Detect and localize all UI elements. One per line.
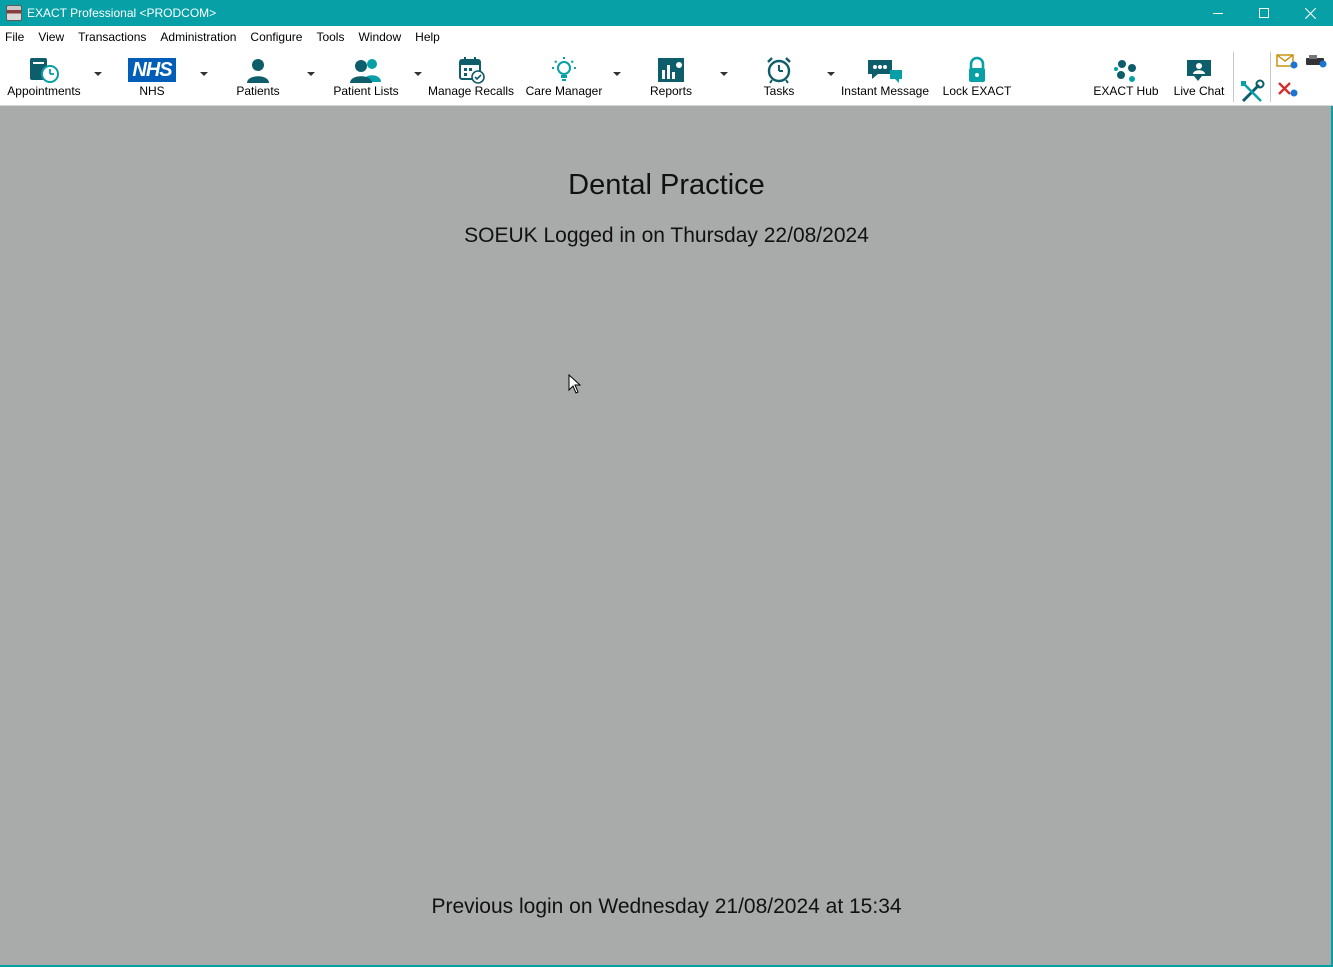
lock-exact-button[interactable]: Lock EXACT: [942, 48, 1012, 104]
close-exact-button[interactable]: [1274, 78, 1300, 100]
window-title: EXACT Professional <PRODCOM>: [27, 6, 217, 20]
hub-network-icon: [1114, 60, 1136, 82]
reports-button[interactable]: Reports: [644, 48, 698, 104]
patients-label: Patients: [236, 84, 280, 98]
reports-label: Reports: [649, 84, 693, 98]
window-controls: [1195, 0, 1333, 26]
menu-help[interactable]: Help: [408, 26, 447, 48]
reports-chart-icon: [658, 58, 684, 82]
menu-bar: File View Transactions Administration Co…: [0, 26, 1333, 48]
menu-administration[interactable]: Administration: [153, 26, 243, 48]
email-button[interactable]: [1274, 50, 1300, 72]
maximize-icon: [1259, 8, 1269, 18]
tasks-label: Tasks: [763, 84, 795, 98]
nhs-dropdown-icon[interactable]: [200, 72, 208, 76]
live-chat-button[interactable]: Live Chat: [1170, 48, 1228, 104]
envelope-icon: [1276, 54, 1298, 69]
practice-name: Dental Practice: [568, 169, 765, 201]
menu-window[interactable]: Window: [351, 26, 408, 48]
appointments-button[interactable]: Appointments: [4, 48, 84, 104]
menu-file[interactable]: File: [0, 26, 31, 48]
close-icon: [1304, 7, 1316, 19]
app-icon[interactable]: [6, 5, 22, 21]
exact-hub-label: EXACT Hub: [1093, 84, 1159, 98]
title-bar[interactable]: EXACT Professional <PRODCOM>: [0, 0, 1333, 26]
lock-icon: [969, 56, 985, 82]
patient-lists-dropdown-icon[interactable]: [414, 72, 422, 76]
lightbulb-icon: [552, 57, 576, 81]
settings-tools-button[interactable]: [1237, 78, 1267, 106]
mouse-cursor-icon: [568, 374, 582, 394]
instant-message-button[interactable]: Instant Message: [840, 48, 930, 104]
calendar-recall-icon: [459, 57, 485, 84]
tasks-button[interactable]: Tasks: [756, 48, 802, 104]
care-manager-button[interactable]: Care Manager: [524, 48, 604, 104]
exact-hub-button[interactable]: EXACT Hub: [1092, 48, 1160, 104]
patient-lists-button[interactable]: Patient Lists: [330, 48, 402, 104]
patients-dropdown-icon[interactable]: [307, 72, 315, 76]
nhs-logo-icon: NHS: [128, 58, 176, 82]
nhs-button[interactable]: NHS NHS: [124, 48, 180, 104]
toolbar-separator: [1233, 52, 1234, 102]
instant-message-label: Instant Message: [840, 84, 930, 98]
lock-exact-label: Lock EXACT: [942, 84, 1012, 98]
tasks-dropdown-icon[interactable]: [827, 72, 835, 76]
manage-recalls-button[interactable]: Manage Recalls: [428, 48, 514, 104]
appointments-label: Appointments: [7, 84, 81, 98]
nhs-label: NHS: [139, 84, 165, 98]
sms-button[interactable]: [1303, 50, 1329, 72]
manage-recalls-label: Manage Recalls: [427, 84, 515, 98]
previous-login: Previous login on Wednesday 21/08/2024 a…: [431, 895, 902, 918]
reports-dropdown-icon[interactable]: [720, 72, 728, 76]
care-manager-dropdown-icon[interactable]: [613, 72, 621, 76]
menu-tools[interactable]: Tools: [309, 26, 351, 48]
appointments-icon: [30, 58, 59, 83]
live-chat-label: Live Chat: [1173, 84, 1225, 98]
patient-lists-icon: [350, 59, 381, 83]
close-x-icon: [1278, 82, 1298, 97]
alarm-clock-icon: [767, 57, 791, 84]
login-status: SOEUK Logged in on Thursday 22/08/2024: [464, 224, 869, 247]
menu-view[interactable]: View: [31, 26, 71, 48]
minimize-icon: [1213, 13, 1223, 14]
maximize-button[interactable]: [1241, 0, 1287, 26]
menu-configure[interactable]: Configure: [243, 26, 309, 48]
close-button[interactable]: [1287, 0, 1333, 26]
patient-icon: [247, 59, 269, 83]
wrench-screwdriver-icon: [1241, 79, 1265, 103]
patients-button[interactable]: Patients: [230, 48, 286, 104]
menu-transactions[interactable]: Transactions: [71, 26, 153, 48]
chat-bubbles-icon: [868, 60, 902, 83]
live-chat-icon: [1187, 60, 1211, 81]
toolbar-separator-2: [1270, 52, 1271, 102]
phone-message-icon: [1306, 55, 1327, 68]
minimize-button[interactable]: [1195, 0, 1241, 26]
toolbar: Appointments NHS NHS Patients Patient Li…: [0, 48, 1333, 106]
workspace: Dental Practice SOEUK Logged in on Thurs…: [0, 107, 1333, 965]
patient-lists-label: Patient Lists: [333, 84, 399, 98]
appointments-dropdown-icon[interactable]: [94, 72, 102, 76]
care-manager-label: Care Manager: [525, 84, 603, 98]
